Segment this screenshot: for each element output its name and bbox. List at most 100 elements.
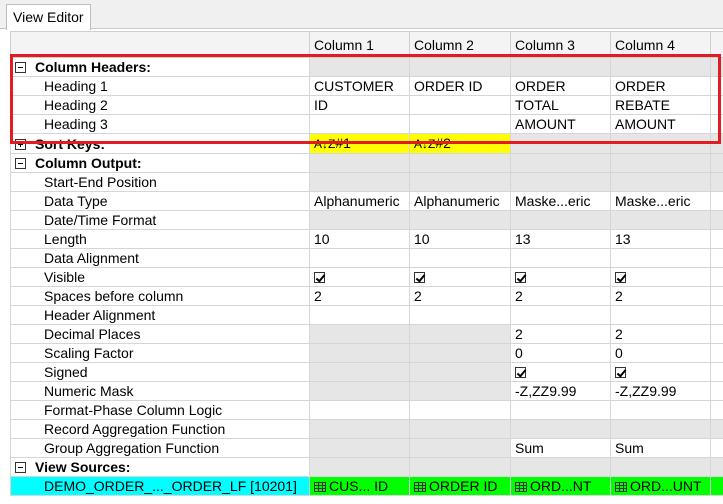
property-row: Signed <box>10 362 723 382</box>
length-cell[interactable]: 10 <box>309 229 410 249</box>
length-cell[interactable]: 10 <box>409 229 511 249</box>
heading-cell[interactable]: AMOUNT <box>610 114 711 134</box>
group-aggregation-cell[interactable]: Sum <box>510 438 611 458</box>
property-row: Visible <box>10 267 723 287</box>
source-field-cell[interactable]: ORDER ID <box>409 476 511 496</box>
column-header-filler <box>710 31 723 58</box>
row-label: Signed <box>10 362 310 382</box>
property-row: Date/Time Format <box>10 210 723 230</box>
heading-cell[interactable] <box>309 114 410 134</box>
tab-view-editor[interactable]: View Editor <box>6 4 91 30</box>
heading-cell[interactable]: ORDER ID <box>409 76 511 96</box>
view-source-name[interactable]: DEMO_ORDER_..._ORDER_LF [10201] <box>10 476 310 496</box>
visible-checkbox[interactable] <box>414 272 425 283</box>
data-type-cell[interactable]: Maske...eric <box>510 191 611 211</box>
heading-cell[interactable]: ID <box>309 95 410 115</box>
sort-key-cell[interactable]: A↓Z#1 <box>309 133 410 154</box>
numeric-mask-cell[interactable]: -Z,ZZ9.99 <box>510 381 611 401</box>
heading-cell[interactable]: ORDER <box>610 76 711 96</box>
heading-cell[interactable]: REBATE <box>610 95 711 115</box>
spaces-cell[interactable]: 2 <box>510 286 611 306</box>
property-row: Format-Phase Column Logic <box>10 400 723 420</box>
group-aggregation-cell[interactable]: Sum <box>610 438 711 458</box>
column-header-3[interactable]: Column 3 <box>510 31 611 58</box>
length-cell[interactable]: 13 <box>510 229 611 249</box>
row-label: Record Aggregation Function <box>10 419 310 439</box>
source-field-label: ORD...UNT <box>630 478 702 494</box>
row-label: Numeric Mask <box>10 381 310 401</box>
column-header-2[interactable]: Column 2 <box>409 31 511 58</box>
row-label: Date/Time Format <box>10 210 310 230</box>
source-field-cell[interactable]: ORD...NT <box>510 476 611 496</box>
data-type-cell[interactable]: Alphanumeric <box>409 191 511 211</box>
collapse-icon[interactable] <box>15 62 26 73</box>
data-type-cell[interactable]: Maske...eric <box>610 191 711 211</box>
tab-bar: View Editor <box>0 0 723 30</box>
column-header-row: Column 1 Column 2 Column 3 Column 4 <box>10 31 723 58</box>
group-label: Sort Keys: <box>35 135 106 152</box>
heading-cell[interactable] <box>409 95 511 115</box>
group-column-headers[interactable]: Column Headers: <box>10 57 310 77</box>
length-cell[interactable]: 13 <box>610 229 711 249</box>
visible-cell[interactable] <box>510 267 611 287</box>
source-field-label: ORD...NT <box>530 478 592 494</box>
visible-checkbox[interactable] <box>615 272 626 283</box>
scaling-factor-cell[interactable]: 0 <box>610 343 711 363</box>
heading-cell[interactable]: CUSTOMER <box>309 76 410 96</box>
expand-icon[interactable] <box>15 138 26 150</box>
row-label: Decimal Places <box>10 324 310 344</box>
heading-cell[interactable] <box>409 114 511 134</box>
table-icon <box>414 482 426 492</box>
source-field-cell[interactable]: ORD...UNT <box>610 476 711 496</box>
row-label: Heading 3 <box>10 114 310 134</box>
property-row: Decimal Places 2 2 <box>10 324 723 344</box>
heading-cell[interactable]: TOTAL <box>510 95 611 115</box>
signed-checkbox[interactable] <box>515 367 526 378</box>
sort-ascending-icon: A↓Z <box>314 137 336 151</box>
data-type-cell[interactable]: Alphanumeric <box>309 191 410 211</box>
group-column-output[interactable]: Column Output: <box>10 153 310 173</box>
property-row: Header Alignment <box>10 305 723 325</box>
row-label: Visible <box>10 267 310 287</box>
collapse-icon[interactable] <box>15 158 26 169</box>
group-view-sources[interactable]: View Sources: <box>10 457 310 477</box>
row-label: Heading 2 <box>10 95 310 115</box>
signed-checkbox[interactable] <box>615 367 626 378</box>
visible-checkbox[interactable] <box>515 272 526 283</box>
heading-cell[interactable]: AMOUNT <box>510 114 611 134</box>
spaces-cell[interactable]: 2 <box>309 286 410 306</box>
sort-key-cell[interactable]: A↓Z#2 <box>409 133 511 154</box>
column-header-1[interactable]: Column 1 <box>309 31 410 58</box>
row-label: Start-End Position <box>10 172 310 192</box>
spaces-cell[interactable]: 2 <box>610 286 711 306</box>
property-row: Data Alignment <box>10 248 723 268</box>
visible-cell[interactable] <box>610 267 711 287</box>
column-header-4[interactable]: Column 4 <box>610 31 711 58</box>
spaces-cell[interactable]: 2 <box>409 286 511 306</box>
visible-checkbox[interactable] <box>314 272 325 283</box>
decimal-places-cell[interactable]: 2 <box>610 324 711 344</box>
corner-cell <box>10 31 310 58</box>
scaling-factor-cell[interactable]: 0 <box>510 343 611 363</box>
group-row-column-headers: Column Headers: <box>10 57 723 77</box>
row-label: Heading 1 <box>10 76 310 96</box>
heading-cell[interactable]: ORDER <box>510 76 611 96</box>
property-row: Group Aggregation Function Sum Sum <box>10 438 723 458</box>
collapse-icon[interactable] <box>15 462 26 473</box>
view-source-row: DEMO_ORDER_..._ORDER_LF [10201] CUS... I… <box>10 476 723 496</box>
table-icon <box>314 482 326 492</box>
group-label: View Sources: <box>35 459 131 475</box>
visible-cell[interactable] <box>409 267 511 287</box>
sort-ascending-icon: A↓Z <box>414 137 436 151</box>
property-row: Spaces before column 2 2 2 2 <box>10 286 723 306</box>
signed-cell[interactable] <box>510 362 611 382</box>
group-sort-keys[interactable]: Sort Keys: <box>10 133 310 154</box>
visible-cell[interactable] <box>309 267 410 287</box>
signed-cell[interactable] <box>610 362 711 382</box>
row-label: Data Type <box>10 191 310 211</box>
numeric-mask-cell[interactable]: -Z,ZZ9.99 <box>610 381 711 401</box>
decimal-places-cell[interactable]: 2 <box>510 324 611 344</box>
source-field-cell[interactable]: CUS... ID <box>309 476 410 496</box>
group-row-column-output: Column Output: <box>10 153 723 173</box>
group-label: Column Output: <box>35 155 142 171</box>
